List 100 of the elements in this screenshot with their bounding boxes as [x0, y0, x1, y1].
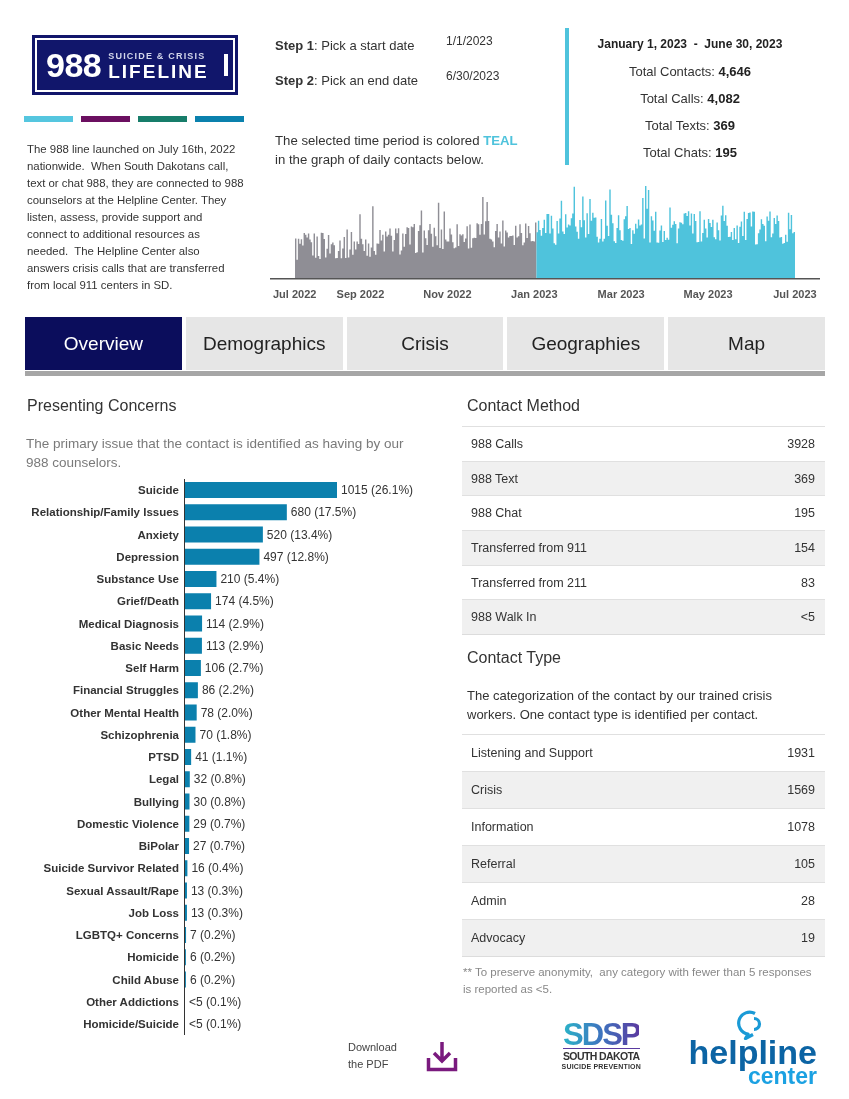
intro-text: The 988 line launched on July 16th, 2022 nationwide. When South Dakotans call, text or chat 988, they are connected to 988 counselors at the Helpline Center. They listen, assess, provide support and connect to additional resources as needed. The Helpline Center also answers crisis calls that are transferred from local 911 centers in SD.	[27, 142, 244, 293]
value-label: 1015 (26.1%)	[341, 483, 414, 497]
category-label: Suicide Survivor Related	[43, 862, 179, 875]
category-label: PTSD	[148, 751, 179, 763]
category-label: Child Abuse	[112, 973, 179, 986]
category-label: Other Addictions	[86, 995, 179, 1008]
axis-label: Nov 2022	[423, 288, 472, 300]
value-label: 113 (2.9%)	[205, 638, 264, 653]
category-label: Anxiety	[137, 528, 179, 541]
table-cell: 3928	[787, 436, 815, 451]
bar	[185, 615, 203, 632]
value-label: 210 (5.4%)	[220, 572, 280, 586]
table-cell: 105	[794, 857, 815, 872]
section-title: Contact Type	[466, 648, 562, 669]
date-field[interactable]: 6/30/2023	[446, 68, 500, 84]
section-description: The primary issue that the contact is identified as having by our 988 counselors.	[26, 435, 405, 472]
value-label: 7 (0.2%)	[190, 928, 236, 942]
table-cell: Transferred from 211	[471, 575, 587, 590]
summary-total: Total Texts: 369	[644, 117, 736, 135]
table-cell: 19	[801, 931, 815, 946]
category-label: Schizophrenia	[100, 728, 179, 741]
table-cell: 83	[801, 575, 815, 590]
logo-number: 988	[46, 48, 102, 82]
table-cell: 988 Text	[471, 471, 519, 486]
category-label: Self Harm	[125, 662, 179, 674]
table-cell: Admin	[471, 894, 507, 909]
bar	[185, 660, 201, 676]
bar	[185, 815, 190, 832]
download-icon	[426, 1040, 458, 1072]
category-label: Basic Needs	[110, 639, 179, 652]
table-cell: 1569	[787, 783, 815, 798]
table-cell: Advocacy	[471, 931, 526, 946]
category-label: Legal	[148, 773, 179, 786]
table-cell: Referral	[471, 857, 516, 872]
table-cell: 988 Walk In	[471, 610, 537, 625]
tab[interactable]: Crisis	[346, 317, 504, 370]
table-cell: Information	[471, 820, 534, 835]
value-label: 13 (0.3%)	[190, 883, 243, 898]
step-label: Step 2: Pick an end date	[275, 72, 419, 90]
category-label: Medical Diagnosis	[78, 617, 179, 630]
value-label: 86 (2.2%)	[201, 683, 254, 698]
category-label: Homicide/Suicide	[83, 1018, 179, 1030]
axis-label: Jul 2023	[773, 288, 817, 300]
category-label: Sexual Assault/Rape	[66, 884, 179, 897]
category-label: Relationship/Family Issues	[31, 506, 179, 519]
axis-label: Sep 2022	[336, 288, 385, 300]
section-description: The categorization of the contact by our trained crisis workers. One contact type is identified per contact.	[466, 687, 773, 725]
value-label: 680 (17.5%)	[290, 505, 357, 520]
value-label: 520 (13.4%)	[266, 527, 333, 542]
table-cell: 1078	[787, 820, 815, 835]
category-label: LGBTQ+ Concerns	[75, 929, 179, 941]
category-label: Depression	[116, 550, 179, 563]
table-cell: Transferred from 911	[471, 540, 587, 555]
category-label: Job Loss	[128, 906, 179, 919]
value-label: 70 (1.8%)	[199, 727, 252, 742]
value-label: 6 (0.2%)	[189, 950, 236, 965]
accent-stripe	[81, 116, 130, 122]
value-label: 78 (2.0%)	[200, 705, 253, 720]
logo-tagline: SUICIDE & CRISIS	[108, 49, 206, 62]
step-label: Step 1: Pick a start date	[275, 37, 415, 55]
axis-label: Jan 2023	[511, 288, 558, 300]
date-field[interactable]: 1/1/2023	[446, 33, 493, 49]
table-cell: 1931	[787, 746, 815, 761]
table-cell: 154	[794, 540, 815, 555]
date-range: January 1, 2023 - June 30, 2023	[597, 36, 783, 52]
logo-name: LIFELINE	[108, 61, 209, 81]
category-label: Grief/Death	[117, 595, 179, 608]
bar	[185, 838, 190, 854]
bar	[185, 860, 188, 877]
section-title: Presenting Concerns	[26, 396, 178, 416]
value-label: 29 (0.7%)	[193, 816, 246, 831]
tab[interactable]: Geographies	[507, 317, 665, 370]
value-label: 13 (0.3%)	[190, 905, 243, 920]
value-label: 174 (4.5%)	[215, 594, 274, 609]
bar	[185, 637, 202, 654]
value-label: <5 (0.1%)	[189, 1017, 242, 1031]
summary-total: Total Chats: 195	[643, 144, 737, 162]
value-label: 30 (0.8%)	[193, 794, 246, 809]
table-cell: 988 Calls	[471, 436, 524, 451]
table-cell: <5	[800, 610, 815, 625]
logo-accent-bar	[224, 54, 228, 76]
download-button[interactable]: Download the PDF	[348, 1039, 458, 1074]
table-cell: 988 Chat	[471, 506, 522, 521]
tab[interactable]: Overview	[25, 317, 182, 370]
value-label: 27 (0.7%)	[193, 839, 246, 853]
category-label: Financial Struggles	[72, 684, 179, 697]
value-label: 6 (0.2%)	[189, 972, 236, 987]
category-label: Substance Use	[96, 573, 179, 585]
value-label: 41 (1.1%)	[195, 750, 248, 764]
accent-stripe	[195, 116, 244, 122]
bar	[185, 771, 190, 788]
table-cell: Crisis	[471, 783, 503, 798]
axis-label: May 2023	[683, 288, 733, 300]
category-label: Suicide	[138, 484, 179, 496]
logo-state-name: SOUTH DAKOTA	[562, 1048, 640, 1063]
axis-label: Jul 2022	[273, 288, 317, 300]
tab[interactable]: Map	[668, 317, 825, 370]
bar	[185, 704, 197, 721]
tab[interactable]: Demographics	[185, 317, 343, 370]
accent-stripe	[24, 116, 73, 122]
